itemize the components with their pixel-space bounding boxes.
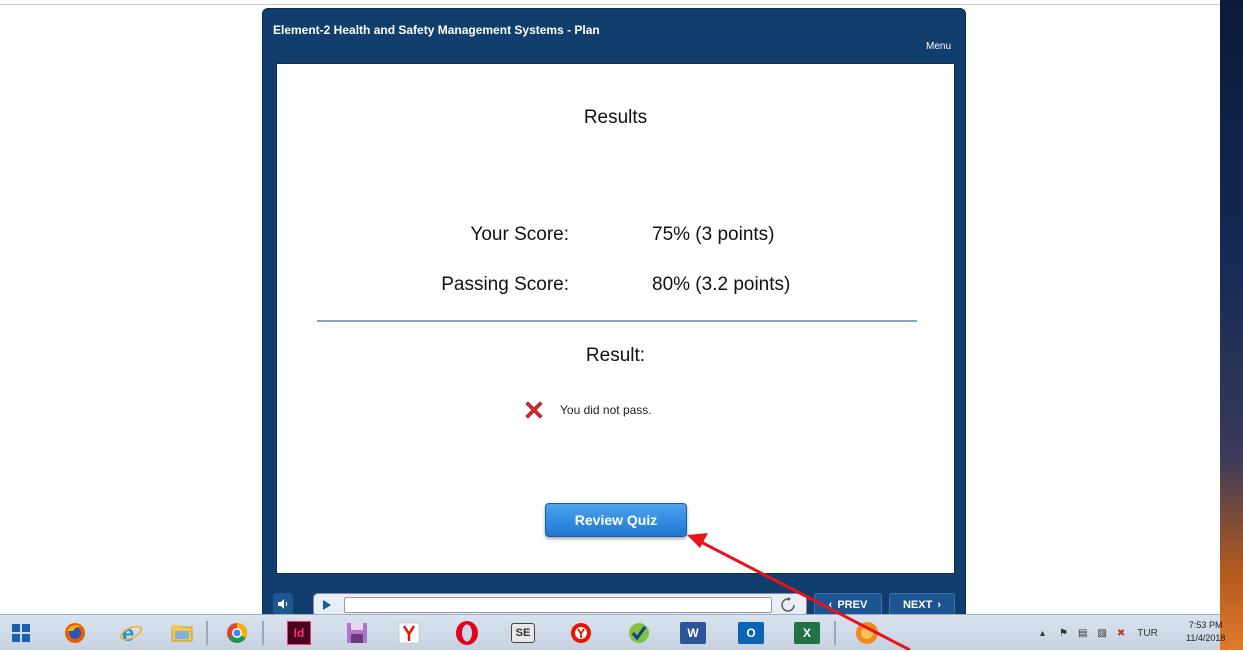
your-score-value: 75% (3 points) [652,224,775,245]
clock-date: 11/4/2018 [1186,633,1226,643]
windows-logo-icon [12,624,30,642]
start-button[interactable] [6,619,36,647]
fail-message: You did not pass. [560,403,652,417]
taskbar-separator [834,621,836,645]
seekbar-track[interactable] [344,597,772,613]
volume-muted-icon[interactable]: ✖ [1117,628,1125,639]
floppy-disk-icon [347,623,367,643]
yandex-y-icon [398,622,420,644]
excel-icon-letter: X [802,626,811,640]
svg-text:e: e [122,621,134,645]
system-clock[interactable]: 7:53 PM 11/4/2018 [1186,619,1225,645]
speaker-icon [278,599,288,609]
fail-x-icon [525,401,543,419]
se-icon: SE [511,623,535,643]
yandex-taskbar-button[interactable] [394,619,424,647]
taskbar-separator [206,621,208,645]
prev-label: PREV [837,599,868,611]
course-title: Element-2 Health and Safety Management S… [273,23,600,37]
chrome-taskbar-button[interactable] [222,619,252,647]
results-divider [317,320,917,322]
internet-explorer-icon: e [120,621,142,645]
result-label: Result: [585,345,646,366]
your-score-label: Your Score: [470,224,569,245]
media-player-icon [856,622,878,644]
passing-score-label: Passing Score: [441,274,569,295]
signal-icon[interactable]: ▧ [1097,628,1106,639]
chevron-left-icon: ‹ [828,599,833,611]
next-label: NEXT [902,599,933,611]
opera-taskbar-button[interactable] [452,619,482,647]
outlook-icon-letter: O [746,626,756,640]
checkmark-app-icon [629,623,649,643]
yandex-browser-icon [571,623,591,643]
course-player: Element-2 Health and Safety Management S… [262,8,966,630]
clock-time: 7:53 PM [1188,620,1223,630]
yandex-browser-taskbar-button[interactable] [566,619,596,647]
menu-button[interactable]: Menu [926,41,951,52]
excel-icon: X [794,622,820,644]
chevron-right-icon: › [937,599,941,611]
fail-message-row: You did not pass. [522,398,652,422]
indesign-icon: Id [287,621,311,645]
passing-score-value: 80% (3.2 points) [652,274,791,295]
network-icon[interactable]: ▤ [1078,628,1087,639]
replay-icon[interactable] [780,597,796,613]
se-icon-letters: SE [515,627,531,639]
system-tray: ▴ ⚑ ▤ ▧ ✖ TUR [1030,615,1158,651]
outlook-taskbar-button[interactable]: O [736,619,766,647]
se-taskbar-button[interactable]: SE [508,619,538,647]
language-indicator[interactable]: TUR [1137,628,1158,639]
firefox-icon [65,623,85,643]
desktop-wallpaper [1220,0,1243,650]
indesign-taskbar-button[interactable]: Id [284,619,314,647]
chevron-up-icon[interactable]: ▴ [1040,628,1045,639]
word-icon: W [680,622,706,644]
word-taskbar-button[interactable]: W [678,619,708,647]
results-heading: Results [583,107,648,128]
review-quiz-button[interactable]: Review Quiz [545,503,687,537]
indesign-icon-letters: Id [293,626,305,640]
taskbar-separator [262,621,264,645]
word-icon-letter: W [687,626,699,640]
folder-icon [171,625,193,642]
checkmark-taskbar-button[interactable] [624,619,654,647]
results-slide: Results Your Score: 75% (3 points) Passi… [276,63,955,574]
firefox-taskbar-button[interactable] [60,619,90,647]
excel-taskbar-button[interactable]: X [792,619,822,647]
flag-icon[interactable]: ⚑ [1059,628,1068,639]
windows-taskbar: e Id SE W O X ▴ ⚑ ▤ ▧ ✖ TUR 7:53 PM 11/4… [0,614,1225,651]
ie-taskbar-button[interactable]: e [116,619,146,647]
save-taskbar-button[interactable] [342,619,372,647]
volume-button[interactable] [273,593,293,615]
file-explorer-taskbar-button[interactable] [167,619,197,647]
opera-icon [456,621,478,645]
play-icon[interactable] [320,597,334,613]
top-border-line [0,4,1220,5]
outlook-icon: O [738,622,764,644]
chrome-icon [227,623,247,643]
media-taskbar-button[interactable] [852,619,882,647]
